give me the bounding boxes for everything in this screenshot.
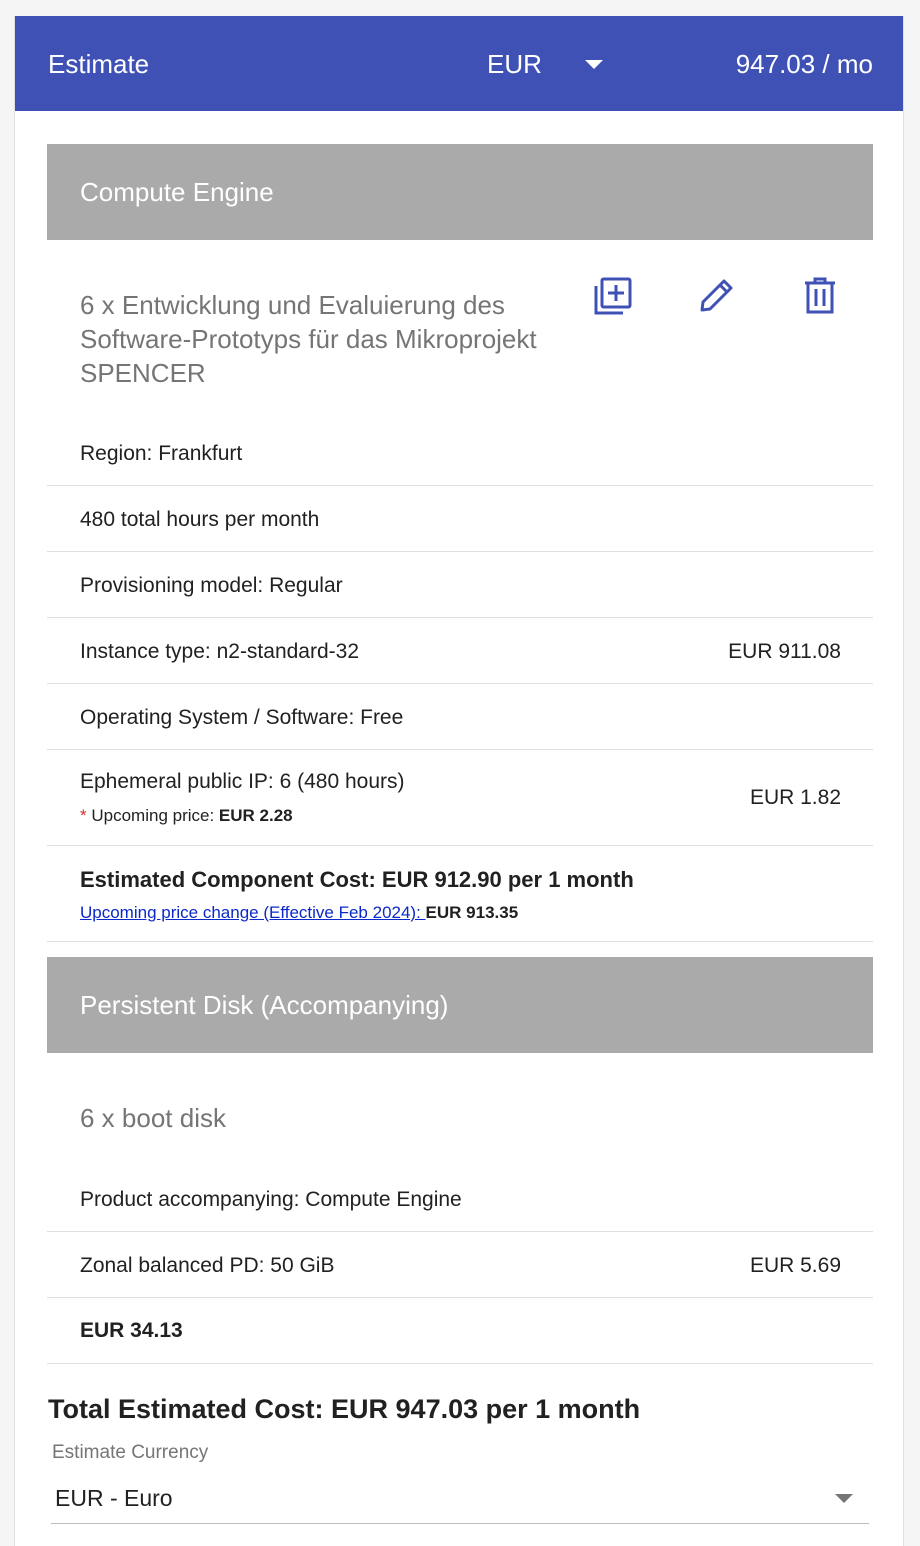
detail-row: Operating System / Software: Free: [47, 684, 873, 750]
delete-trash-icon[interactable]: [796, 272, 844, 320]
header-total: 947.03 / mo: [735, 49, 873, 79]
upcoming-price-change: Upcoming price change (Effective Feb 202…: [80, 903, 518, 923]
detail-row: Ephemeral public IP: 6 (480 hours) * Upc…: [47, 750, 873, 846]
row-price: EUR 5.69: [749, 1254, 841, 1277]
row-label: Region: Frankfurt: [80, 442, 243, 465]
row-label: 480 total hours per month: [80, 508, 320, 531]
estimate-currency-select[interactable]: EUR - Euro: [51, 1472, 869, 1524]
section-title: Compute Engine: [80, 177, 274, 207]
total-estimated-cost: Total Estimated Cost: EUR 947.03 per 1 m…: [48, 1394, 641, 1424]
detail-row: Instance type: n2-standard-32 EUR 911.08: [47, 618, 873, 684]
chevron-down-icon[interactable]: [585, 60, 603, 69]
detail-row: 480 total hours per month: [47, 486, 873, 552]
estimate-title: Estimate: [48, 49, 150, 79]
section-band-persistent-disk: Persistent Disk (Accompanying): [47, 957, 873, 1053]
item-title: 6 x Entwicklung und Evaluierung des Soft…: [80, 290, 537, 388]
duplicate-icon[interactable]: [589, 272, 637, 320]
component-cost-text: Estimated Component Cost: EUR 912.90 per…: [80, 867, 634, 892]
section-band-compute-engine: Compute Engine: [47, 144, 873, 240]
row-label: Operating System / Software: Free: [80, 706, 404, 729]
detail-row: Product accompanying: Compute Engine: [47, 1166, 873, 1232]
upcoming-price-value: EUR 2.28: [218, 806, 293, 825]
estimate-currency-value: EUR - Euro: [55, 1485, 173, 1511]
estimate-card: Estimate EUR 947.03 / mo Compute Engine …: [14, 16, 904, 1546]
edit-pencil-icon[interactable]: [692, 272, 740, 320]
chevron-down-icon[interactable]: [835, 1494, 853, 1503]
row-price: EUR 1.82: [749, 786, 841, 809]
row-label: Provisioning model: Regular: [80, 574, 343, 597]
detail-row: Region: Frankfurt: [47, 420, 873, 486]
estimate-currency-label: Estimate Currency: [52, 1442, 209, 1463]
subtotal-value: EUR 34.13: [80, 1319, 183, 1342]
estimate-header: Estimate EUR 947.03 / mo: [15, 16, 903, 111]
upcoming-price-label: Upcoming price:: [91, 806, 215, 825]
header-currency-select[interactable]: EUR: [487, 49, 542, 80]
upcoming-price-change-value: EUR 913.35: [425, 903, 519, 922]
row-label: Ephemeral public IP: 6 (480 hours): [80, 770, 405, 793]
upcoming-price-note: * Upcoming price: EUR 2.28: [80, 806, 293, 826]
row-label: Instance type: n2-standard-32: [80, 640, 360, 663]
row-label: Zonal balanced PD: 50 GiB: [80, 1254, 335, 1277]
asterisk: *: [80, 806, 87, 825]
section-subtotal: EUR 34.13: [47, 1298, 873, 1364]
detail-row: Zonal balanced PD: 50 GiB EUR 5.69: [47, 1232, 873, 1298]
item-title: 6 x boot disk: [80, 1103, 226, 1133]
component-cost: Estimated Component Cost: EUR 912.90 per…: [47, 846, 873, 942]
detail-row: Provisioning model: Regular: [47, 552, 873, 618]
row-price: EUR 911.08: [728, 640, 841, 663]
upcoming-price-change-link[interactable]: Upcoming price change (Effective Feb 202…: [80, 903, 426, 922]
section-title: Persistent Disk (Accompanying): [80, 990, 449, 1020]
row-label: Product accompanying: Compute Engine: [80, 1188, 462, 1211]
